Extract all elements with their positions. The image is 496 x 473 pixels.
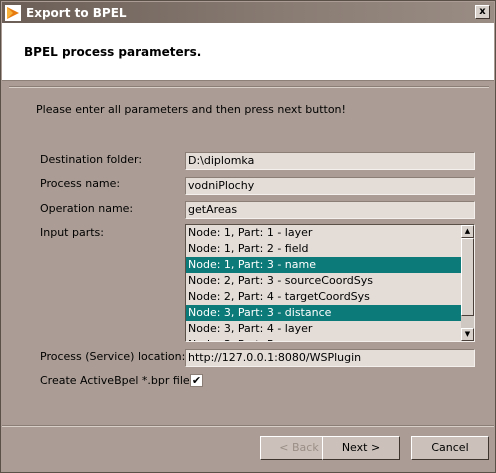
form-panel: Please enter all parameters and then pre… [9,88,489,424]
window-title: Export to BPEL [26,5,127,20]
cancel-button[interactable]: Cancel [411,436,489,460]
page-heading: BPEL process parameters. [24,45,202,59]
destination-label: Destination folder: [40,153,143,166]
title-bar[interactable]: Export to BPEL x [2,2,494,23]
list-item[interactable]: Node: 3, Part: 3 - distance [186,305,461,321]
close-button[interactable]: x [475,5,490,19]
footer-divider [2,425,494,427]
operation-name-label: Operation name: [40,202,134,215]
operation-name-field[interactable]: getAreas [185,201,475,219]
process-name-label: Process name: [40,177,121,190]
next-button[interactable]: Next > [322,436,400,460]
location-label: Process (Service) location: [40,350,186,363]
location-field[interactable]: http://127.0.0.1:8080/WSPlugin [185,349,475,367]
instruction-text: Please enter all parameters and then pre… [36,103,346,116]
scroll-up-icon[interactable]: ▲ [461,225,474,238]
export-dialog: Export to BPEL x BPEL process parameters… [0,0,496,473]
list-item[interactable]: Node: 3, Part: 5 - ... [186,337,461,341]
list-item[interactable]: Node: 1, Part: 1 - layer [186,225,461,241]
app-icon [5,4,21,21]
list-item[interactable]: Node: 2, Part: 4 - targetCoordSys [186,289,461,305]
bpr-label: Create ActiveBpel *.bpr file: [40,374,194,387]
bpr-checkbox[interactable]: ✔ [190,374,203,387]
scroll-down-icon[interactable]: ▼ [461,328,474,341]
list-scrollbar[interactable]: ▲ ▼ [461,225,474,341]
input-parts-label: Input parts: [40,226,104,239]
input-parts-list[interactable]: Node: 1, Part: 1 - layer Node: 1, Part: 2… [185,224,475,342]
scroll-thumb[interactable] [461,238,474,316]
process-name-field[interactable]: vodniPlochy [185,177,475,195]
list-item[interactable]: Node: 3, Part: 4 - layer [186,321,461,337]
list-item[interactable]: Node: 2, Part: 3 - sourceCoordSys [186,273,461,289]
list-item[interactable]: Node: 1, Part: 3 - name [186,257,461,273]
wizard-header: BPEL process parameters. [2,23,494,81]
checkmark-icon: ✔ [191,374,202,387]
destination-field[interactable]: D:\diplomka [185,152,475,170]
input-parts-items: Node: 1, Part: 1 - layer Node: 1, Part: 2… [186,225,461,341]
list-item[interactable]: Node: 1, Part: 2 - field [186,241,461,257]
